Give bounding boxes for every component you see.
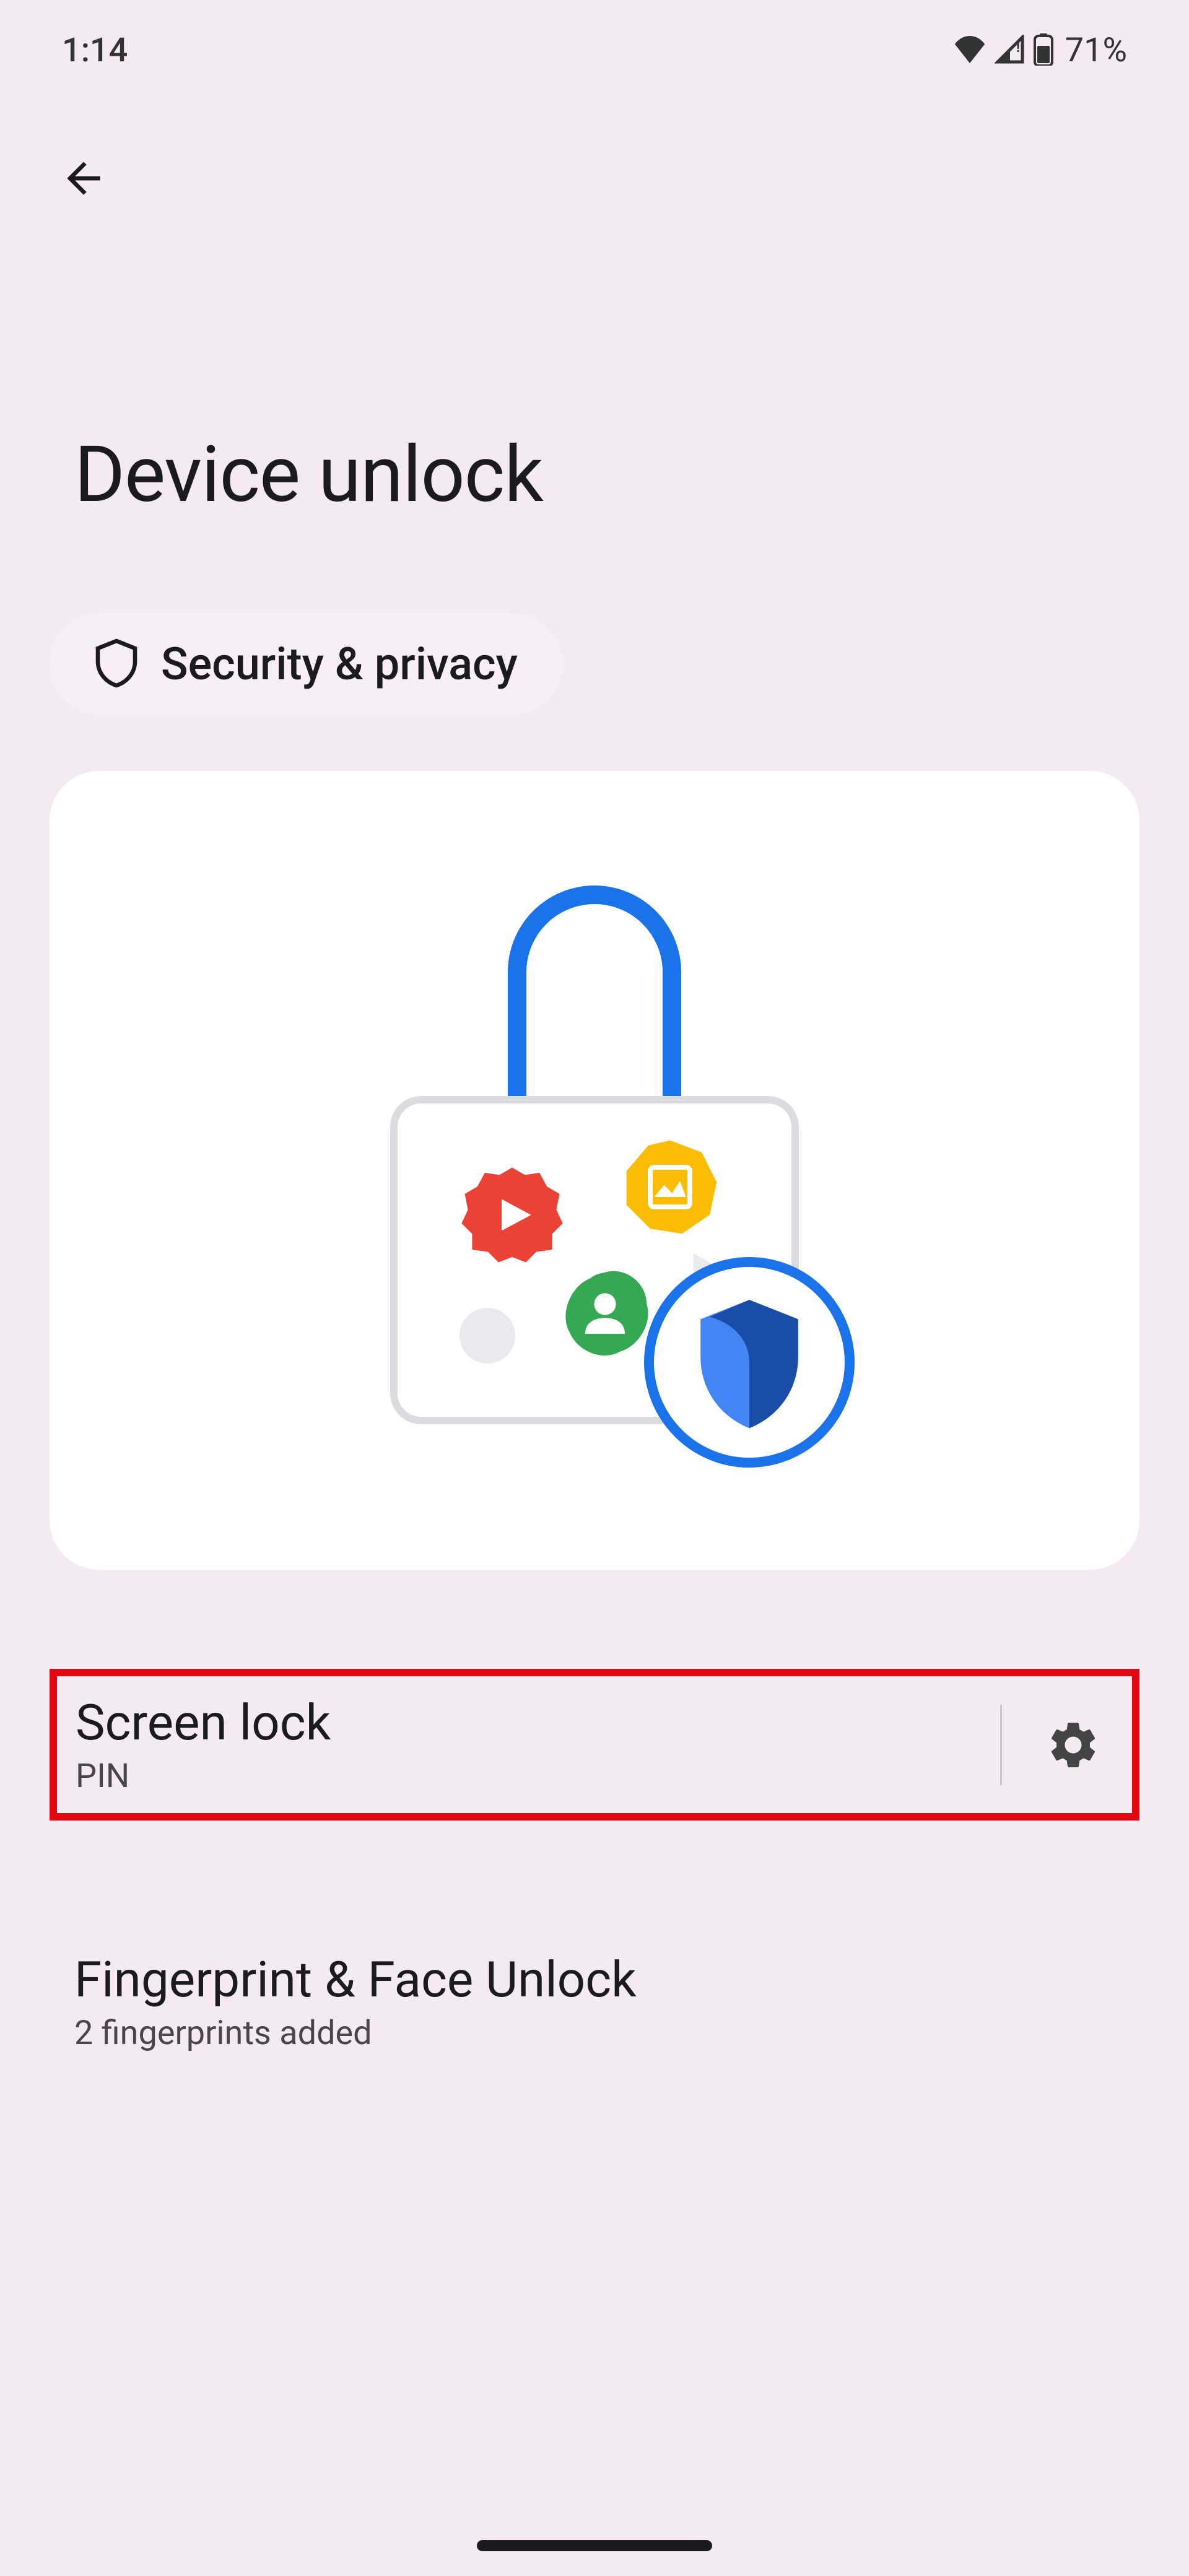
play-badge-icon (459, 1162, 565, 1268)
back-arrow-icon (59, 154, 108, 203)
screen-lock-subtitle: PIN (76, 1757, 331, 1796)
photo-badge-icon (621, 1138, 720, 1237)
screen-lock-title: Screen lock (76, 1694, 331, 1752)
shield-outline-icon (94, 638, 139, 690)
fingerprint-face-subtitle: 2 fingerprints added (74, 2014, 637, 2053)
gear-icon (1045, 1717, 1101, 1773)
lock-shackle-icon (508, 886, 681, 1121)
cellular-icon: ! (995, 35, 1026, 67)
fingerprint-face-title: Fingerprint & Face Unlock (74, 1951, 637, 2009)
contact-badge-icon (555, 1264, 655, 1364)
battery-percentage: 71% (1065, 31, 1127, 70)
screen-lock-setting[interactable]: Screen lock PIN (50, 1669, 1139, 1821)
back-button[interactable] (56, 150, 111, 206)
battery-icon (1033, 33, 1054, 68)
security-privacy-chip[interactable]: Security & privacy (50, 613, 562, 715)
fingerprint-face-setting[interactable]: Fingerprint & Face Unlock 2 fingerprints… (0, 1932, 1189, 2071)
navigation-handle[interactable] (477, 2540, 712, 2551)
status-bar: 1:14 ! 71% (0, 0, 1189, 89)
illustration-card (50, 771, 1139, 1570)
status-time: 1:14 (62, 31, 128, 70)
shield-circle-icon (644, 1257, 855, 1468)
chip-label: Security & privacy (161, 638, 518, 690)
screen-lock-settings-button[interactable] (1000, 1705, 1101, 1785)
screen-lock-text: Screen lock PIN (76, 1694, 331, 1796)
fingerprint-face-text: Fingerprint & Face Unlock 2 fingerprints… (74, 1951, 637, 2053)
wifi-icon (952, 36, 987, 66)
page-title: Device unlock (74, 429, 1189, 520)
lock-illustration (316, 892, 873, 1449)
gray-circle-icon (459, 1308, 515, 1364)
settings-list: Screen lock PIN Fingerprint & Face Unloc… (0, 1669, 1189, 2071)
svg-text:!: ! (1016, 40, 1020, 56)
status-icons: ! 71% (952, 31, 1127, 70)
